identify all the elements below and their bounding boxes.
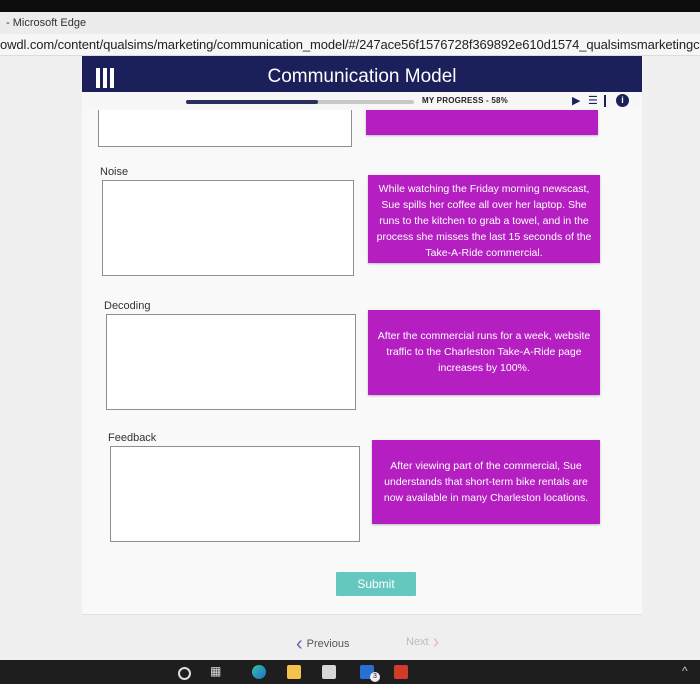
- chevron-right-icon: ›: [432, 631, 440, 653]
- chevron-up-icon[interactable]: ^: [682, 664, 688, 678]
- search-circle-icon[interactable]: [178, 667, 191, 680]
- progress-bar: [186, 100, 414, 104]
- page-title: Communication Model: [267, 66, 457, 87]
- task-view-icon[interactable]: ▦: [210, 664, 226, 680]
- edge-icon[interactable]: [252, 665, 266, 679]
- progress-row: MY PROGRESS - 58% ▶ ☰ i: [82, 92, 642, 110]
- address-bar[interactable]: owdl.com/content/qualsims/marketing/comm…: [0, 34, 700, 56]
- field-label-noise: Noise: [100, 166, 129, 178]
- next-label: Next: [406, 636, 429, 648]
- drop-zone-noise[interactable]: [102, 180, 354, 276]
- drop-zone-feedback[interactable]: [110, 446, 360, 542]
- list-icon[interactable]: ☰: [588, 94, 598, 108]
- divider: [604, 95, 606, 107]
- field-label-feedback: Feedback: [108, 432, 157, 444]
- drop-zone-cut[interactable]: [98, 110, 352, 147]
- chevron-left-icon: ‹: [296, 633, 303, 655]
- monitor-bezel: [0, 0, 700, 12]
- field-label-decoding: Decoding: [104, 300, 151, 312]
- card-cut[interactable]: [366, 110, 598, 135]
- progress-label: MY PROGRESS - 58%: [422, 96, 508, 105]
- previous-label: Previous: [306, 638, 350, 650]
- browser-titlebar: - Microsoft Edge: [0, 12, 700, 34]
- taskbar: ▦ 3 ^: [0, 660, 700, 684]
- progress-fill: [186, 100, 319, 104]
- info-icon[interactable]: i: [616, 94, 629, 107]
- folder-icon[interactable]: [287, 665, 301, 679]
- drop-zone-decoding[interactable]: [106, 314, 356, 410]
- answer-card[interactable]: While watching the Friday morning newsca…: [368, 175, 600, 263]
- answer-card[interactable]: After viewing part of the commercial, Su…: [372, 440, 600, 524]
- store-icon[interactable]: [322, 665, 336, 679]
- window-title: - Microsoft Edge: [6, 17, 87, 29]
- screen: - Microsoft Edge owdl.com/content/qualsi…: [0, 0, 700, 684]
- previous-button[interactable]: ‹ Previous: [296, 634, 349, 654]
- url-text[interactable]: owdl.com/content/qualsims/marketing/comm…: [0, 37, 700, 52]
- submit-button[interactable]: Submit: [336, 572, 416, 596]
- office-icon[interactable]: [394, 665, 408, 679]
- answer-card[interactable]: After the commercial runs for a week, we…: [368, 310, 600, 395]
- footer-nav: [82, 614, 642, 666]
- play-icon[interactable]: ▶: [572, 94, 580, 108]
- next-button[interactable]: Next ›: [406, 632, 439, 652]
- mail-badge: 3: [370, 672, 380, 682]
